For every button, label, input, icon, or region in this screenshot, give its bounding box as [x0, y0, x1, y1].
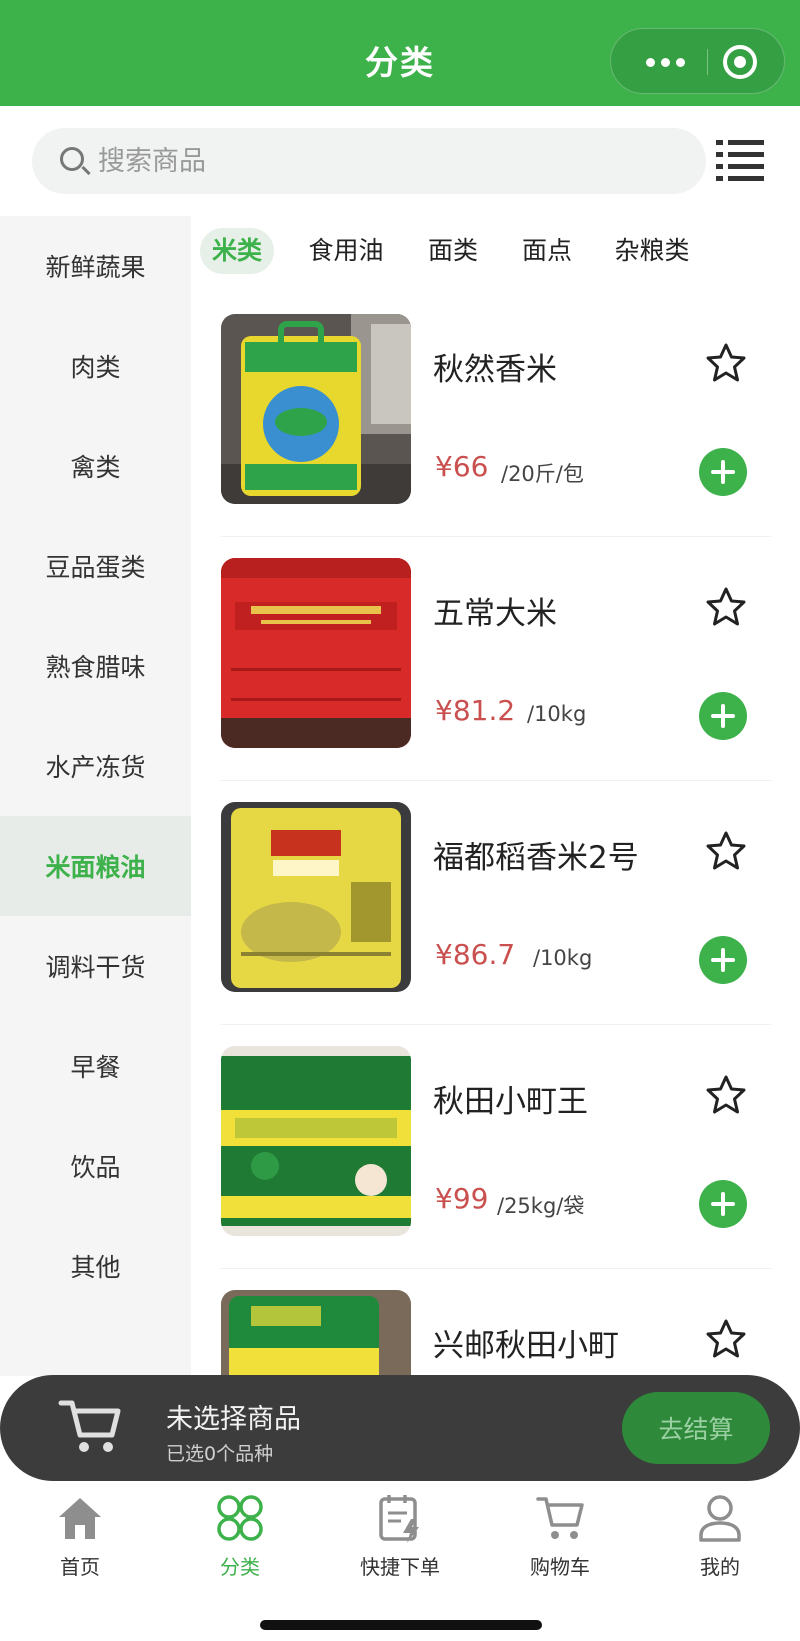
product-price: ¥81.2	[435, 694, 516, 727]
tab-noodles[interactable]: 面类	[420, 228, 486, 274]
category-sidebar: 新鲜蔬果 肉类 禽类 豆品蛋类 熟食腊味 水产冻货 米面粮油 调料干货 早餐 饮…	[0, 216, 191, 1376]
tab-cart[interactable]: 购物车	[490, 1493, 630, 1593]
product-unit: /10kg	[533, 946, 593, 970]
page: 分类 新鲜蔬果 肉类 禽类 豆品蛋类 熟食腊味 水产冻货 米面粮油 调料干货 早…	[0, 0, 800, 1641]
tab-profile-label: 我的	[700, 1555, 740, 1579]
app-header: 分类	[0, 0, 800, 106]
product-unit: /25kg/袋	[497, 1194, 585, 1218]
product-card[interactable]: 福都稻香米2号 ¥86.7 /10kg	[191, 802, 800, 1046]
cart-summary-bar: 未选择商品 已选0个品种 去结算	[0, 1375, 800, 1481]
add-to-cart-button[interactable]	[699, 936, 747, 984]
add-to-cart-button[interactable]	[699, 448, 747, 496]
product-name: 兴邮秋田小町	[433, 1328, 619, 1364]
search-bar	[32, 128, 706, 194]
product-image[interactable]	[221, 1046, 411, 1236]
tab-cart-label: 购物车	[530, 1555, 590, 1579]
tab-cooking-oil[interactable]: 食用油	[300, 228, 392, 274]
tab-profile[interactable]: 我的	[650, 1493, 790, 1593]
product-price: ¥99	[435, 1182, 489, 1215]
close-program-icon[interactable]	[723, 45, 757, 79]
tab-pastry[interactable]: 面点	[514, 228, 580, 274]
category-icon	[217, 1495, 263, 1541]
product-unit: /10kg	[527, 702, 587, 726]
sidebar-item-deli[interactable]: 熟食腊味	[0, 616, 191, 716]
tab-home-label: 首页	[60, 1555, 100, 1579]
tab-quick-order[interactable]: 快捷下单	[330, 1493, 470, 1593]
search-icon	[60, 147, 84, 171]
list-view-icon[interactable]	[716, 140, 764, 182]
favorite-star-icon[interactable]	[705, 342, 747, 384]
cart-icon	[536, 1497, 584, 1539]
product-image[interactable]	[221, 802, 411, 992]
favorite-star-icon[interactable]	[705, 1318, 747, 1360]
tab-category-label: 分类	[220, 1555, 260, 1579]
product-name: 秋然香米	[433, 352, 557, 388]
product-name: 五常大米	[433, 596, 557, 632]
add-to-cart-button[interactable]	[699, 1180, 747, 1228]
favorite-star-icon[interactable]	[705, 1074, 747, 1116]
sidebar-item-fresh-produce[interactable]: 新鲜蔬果	[0, 216, 191, 316]
divider	[221, 536, 771, 537]
product-name: 秋田小町王	[433, 1084, 588, 1120]
product-card[interactable]: 秋田小町王 ¥99 /25kg/袋	[191, 1046, 800, 1290]
shopping-cart-icon[interactable]	[58, 1397, 124, 1457]
home-icon	[59, 1498, 101, 1539]
product-image[interactable]	[221, 314, 411, 504]
product-image[interactable]	[221, 558, 411, 748]
product-name: 福都稻香米2号	[433, 840, 639, 876]
sidebar-item-tofu-eggs[interactable]: 豆品蛋类	[0, 516, 191, 616]
capsule-divider	[707, 49, 708, 75]
search-input[interactable]	[98, 142, 678, 180]
product-card[interactable]: 五常大米 ¥81.2 /10kg	[191, 558, 800, 802]
divider	[221, 780, 771, 781]
tab-rice[interactable]: 米类	[200, 228, 274, 274]
tab-quick-order-label: 快捷下单	[360, 1555, 440, 1579]
favorite-star-icon[interactable]	[705, 830, 747, 872]
favorite-star-icon[interactable]	[705, 586, 747, 628]
checkout-button[interactable]: 去结算	[622, 1392, 770, 1464]
product-image[interactable]	[221, 1290, 411, 1375]
sidebar-item-breakfast[interactable]: 早餐	[0, 1016, 191, 1116]
product-unit: /20斤/包	[501, 462, 584, 486]
more-menu-icon[interactable]	[635, 51, 695, 73]
tab-coarse-grains[interactable]: 杂粮类	[606, 228, 698, 274]
cart-status-text: 未选择商品	[166, 1404, 301, 1435]
sidebar-item-poultry[interactable]: 禽类	[0, 416, 191, 516]
add-to-cart-button[interactable]	[699, 692, 747, 740]
sidebar-item-seasoning[interactable]: 调料干货	[0, 916, 191, 1016]
home-indicator	[260, 1620, 542, 1630]
bottom-tab-bar: 首页 分类 快捷下单 购物车 我的	[0, 1481, 800, 1641]
sidebar-item-other[interactable]: 其他	[0, 1216, 191, 1316]
product-card[interactable]: 兴邮秋田小町	[191, 1290, 800, 1375]
divider	[221, 1024, 771, 1025]
cart-count-text: 已选0个品种	[166, 1443, 274, 1465]
sidebar-item-grain-oil[interactable]: 米面粮油	[0, 816, 191, 916]
sidebar-item-meat[interactable]: 肉类	[0, 316, 191, 416]
sidebar-item-seafood[interactable]: 水产冻货	[0, 716, 191, 816]
quick-order-icon	[379, 1495, 419, 1543]
product-card[interactable]: 秋然香米 ¥66 /20斤/包	[191, 314, 800, 558]
profile-icon	[699, 1495, 741, 1542]
tab-home[interactable]: 首页	[10, 1493, 150, 1593]
tab-category[interactable]: 分类	[170, 1493, 310, 1593]
product-price: ¥66	[435, 450, 489, 483]
sidebar-item-drinks[interactable]: 饮品	[0, 1116, 191, 1216]
mini-program-capsule	[610, 28, 785, 94]
product-price: ¥86.7	[435, 938, 516, 971]
divider	[221, 1268, 771, 1269]
